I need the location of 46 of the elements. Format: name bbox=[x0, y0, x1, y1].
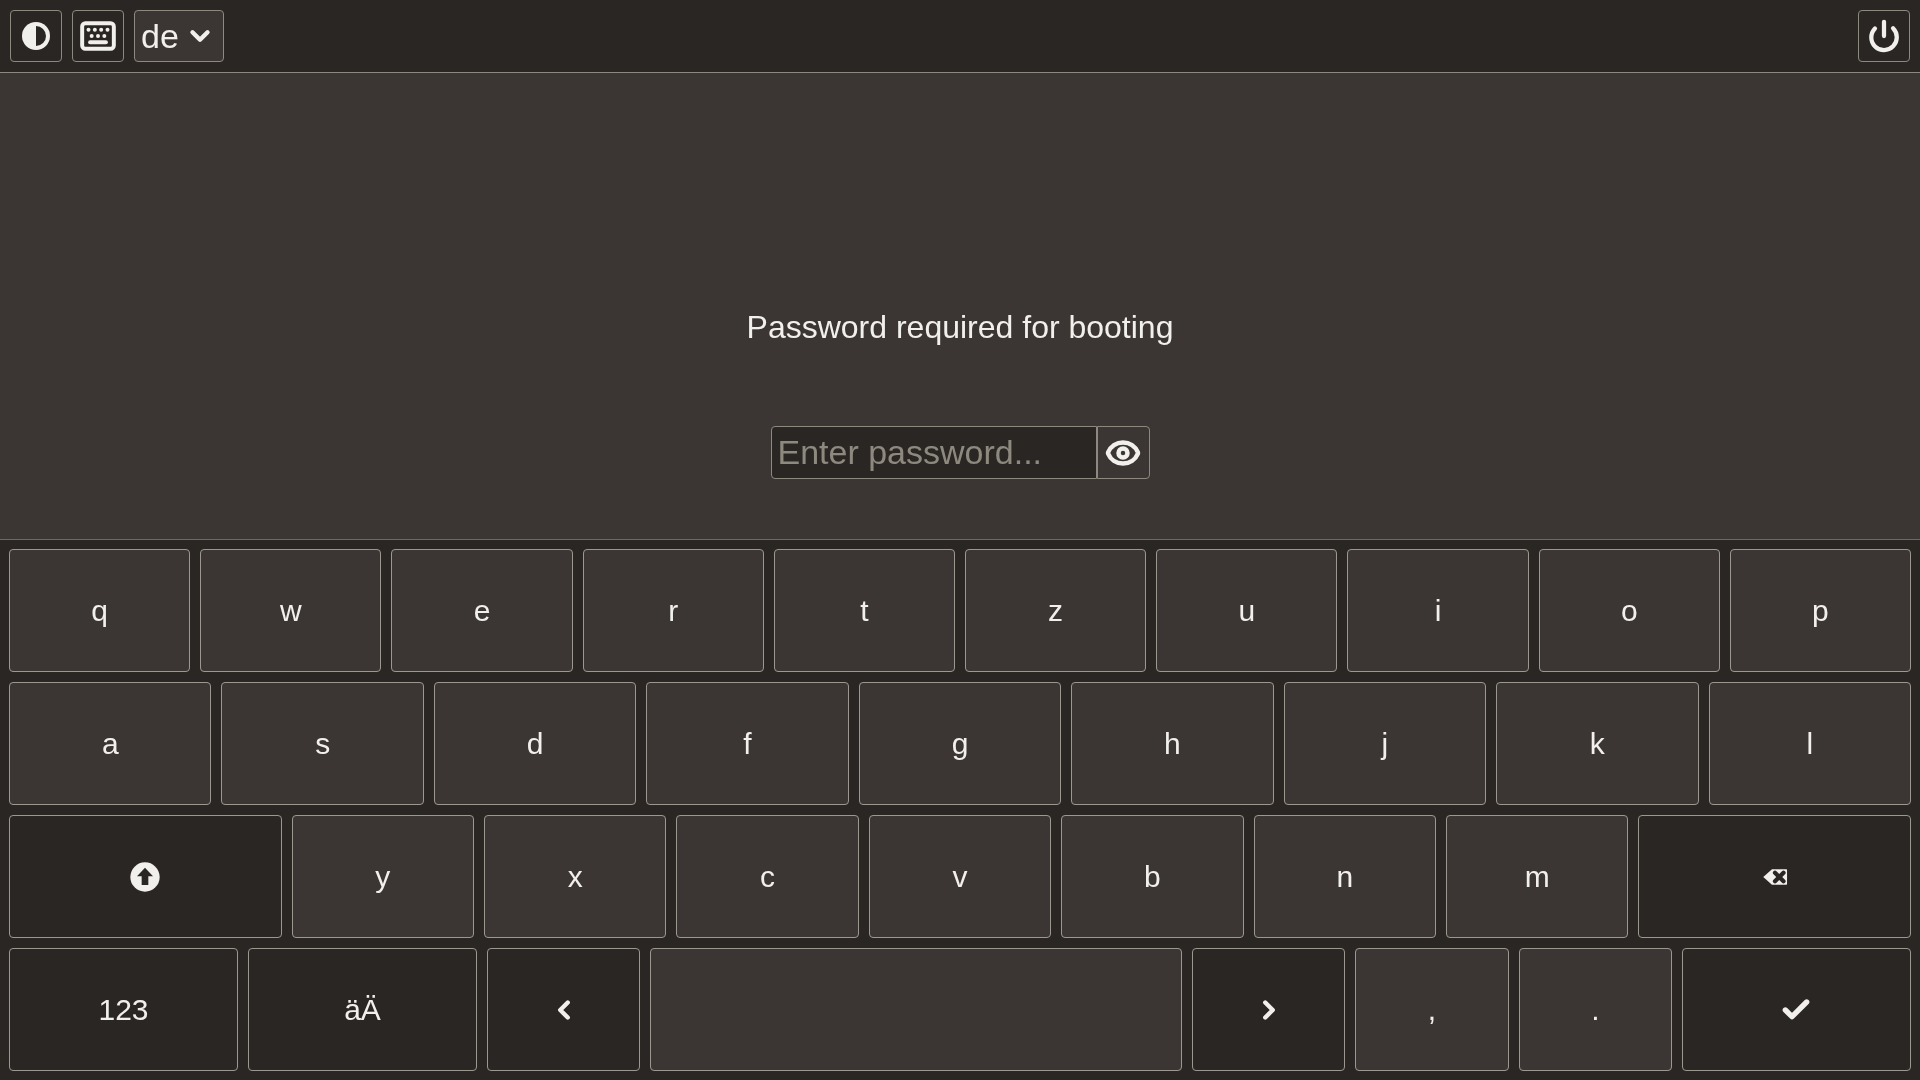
key[interactable]: g bbox=[858, 682, 1062, 805]
key[interactable]: n bbox=[1253, 815, 1437, 938]
key[interactable]: l bbox=[1708, 682, 1911, 805]
key[interactable]: t bbox=[773, 549, 955, 672]
key[interactable]: z bbox=[965, 549, 1147, 672]
key[interactable]: u bbox=[1156, 549, 1338, 672]
key[interactable]: e bbox=[391, 549, 573, 672]
prompt-message: Password required for booting bbox=[746, 311, 1174, 343]
key[interactable]: , bbox=[1355, 948, 1509, 1071]
key[interactable]: q bbox=[9, 549, 191, 672]
language-label: de bbox=[141, 15, 179, 57]
contrast-button[interactable] bbox=[10, 10, 62, 62]
key[interactable]: s bbox=[221, 682, 424, 805]
show-password-button[interactable] bbox=[1096, 426, 1150, 479]
cursor-right-key[interactable] bbox=[1192, 948, 1346, 1071]
password-field[interactable]: Enter password... bbox=[770, 426, 1097, 479]
key[interactable]: i bbox=[1347, 549, 1529, 672]
enter-key[interactable] bbox=[1682, 948, 1911, 1071]
key[interactable]: w bbox=[200, 549, 382, 672]
contrast-icon bbox=[20, 20, 52, 52]
backspace-key[interactable] bbox=[1638, 815, 1912, 938]
key[interactable]: h bbox=[1071, 682, 1274, 805]
key[interactable]: d bbox=[433, 682, 637, 805]
key[interactable]: c bbox=[676, 815, 859, 938]
keyboard-button[interactable] bbox=[72, 10, 124, 62]
mode-key[interactable]: 123 bbox=[9, 948, 238, 1071]
mode-key[interactable]: äÄ bbox=[248, 948, 477, 1071]
key[interactable]: p bbox=[1729, 549, 1912, 672]
cursor-left-key[interactable] bbox=[487, 948, 641, 1071]
key[interactable]: a bbox=[9, 682, 212, 805]
key[interactable]: k bbox=[1496, 682, 1699, 805]
key[interactable]: r bbox=[582, 549, 764, 672]
key[interactable]: v bbox=[868, 815, 1052, 938]
key[interactable]: x bbox=[484, 815, 667, 938]
key[interactable]: o bbox=[1538, 549, 1720, 672]
language-dropdown[interactable]: de bbox=[134, 10, 224, 62]
key[interactable]: b bbox=[1061, 815, 1244, 938]
shift-icon bbox=[129, 860, 162, 893]
key[interactable]: j bbox=[1283, 682, 1487, 805]
power-button[interactable] bbox=[1858, 10, 1910, 62]
key[interactable]: y bbox=[291, 815, 474, 938]
key[interactable]: f bbox=[646, 682, 849, 805]
key[interactable]: . bbox=[1518, 948, 1672, 1071]
key[interactable]: m bbox=[1446, 815, 1629, 938]
shift-key[interactable] bbox=[9, 815, 282, 938]
power-icon bbox=[1867, 19, 1901, 53]
